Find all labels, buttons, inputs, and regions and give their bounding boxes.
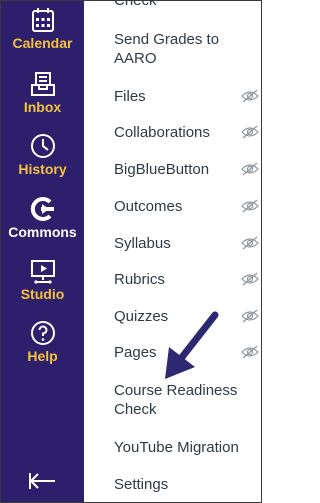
global-nav-help[interactable]: Help bbox=[1, 320, 84, 364]
global-nav-label: History bbox=[18, 161, 67, 177]
course-nav-item-rubrics[interactable]: Rubrics bbox=[114, 270, 254, 289]
inbox-icon bbox=[30, 72, 55, 96]
global-nav-history[interactable]: History bbox=[1, 133, 84, 177]
global-nav-label: Inbox bbox=[23, 99, 62, 115]
eye-off-icon bbox=[241, 199, 259, 213]
studio-icon bbox=[30, 260, 55, 284]
eye-off-icon bbox=[241, 125, 259, 139]
course-nav-item-collaborations[interactable]: Collaborations bbox=[114, 123, 254, 142]
global-navigation: Calendar Inbox History Commons Studio He… bbox=[1, 1, 84, 502]
clock-icon bbox=[30, 134, 55, 158]
global-nav-commons[interactable]: Commons bbox=[1, 196, 84, 240]
collapse-icon[interactable] bbox=[27, 471, 57, 491]
global-nav-studio[interactable]: Studio bbox=[1, 258, 84, 302]
eye-off-icon bbox=[241, 272, 259, 286]
eye-off-icon bbox=[241, 345, 259, 359]
eye-off-icon bbox=[241, 236, 259, 250]
eye-off-icon bbox=[241, 309, 259, 323]
course-nav-item-settings[interactable]: Settings bbox=[114, 475, 254, 494]
calendar-icon bbox=[31, 8, 54, 32]
global-nav-label: Calendar bbox=[12, 35, 73, 51]
course-nav-item-outcomes[interactable]: Outcomes bbox=[114, 197, 254, 216]
course-nav-item-youtube-migration[interactable]: YouTube Migration bbox=[114, 438, 254, 457]
course-nav-item-bigbluebutton[interactable]: BigBlueButton bbox=[114, 160, 254, 179]
global-nav-inbox[interactable]: Inbox bbox=[1, 71, 84, 115]
course-nav-item-partial[interactable]: Check bbox=[114, 1, 254, 10]
course-nav-item-course-readiness-check[interactable]: Course Readiness Check bbox=[114, 381, 249, 419]
screenshot-frame: Calendar Inbox History Commons Studio He… bbox=[0, 0, 262, 503]
eye-off-icon bbox=[241, 162, 259, 176]
help-icon bbox=[30, 321, 55, 345]
course-nav-item-files[interactable]: Files bbox=[114, 87, 254, 106]
course-navigation: Check Send Grades to AARO Files Collabor… bbox=[85, 1, 261, 502]
global-nav-label: Studio bbox=[20, 286, 65, 302]
course-nav-item-send-grades[interactable]: Send Grades to AARO bbox=[114, 30, 234, 68]
global-nav-calendar[interactable]: Calendar bbox=[1, 7, 84, 51]
commons-icon bbox=[30, 197, 54, 221]
annotation-arrow-icon bbox=[165, 311, 219, 379]
course-nav-item-syllabus[interactable]: Syllabus bbox=[114, 234, 254, 253]
eye-off-icon bbox=[241, 89, 259, 103]
global-nav-label: Help bbox=[27, 348, 58, 364]
global-nav-label: Commons bbox=[8, 224, 77, 240]
